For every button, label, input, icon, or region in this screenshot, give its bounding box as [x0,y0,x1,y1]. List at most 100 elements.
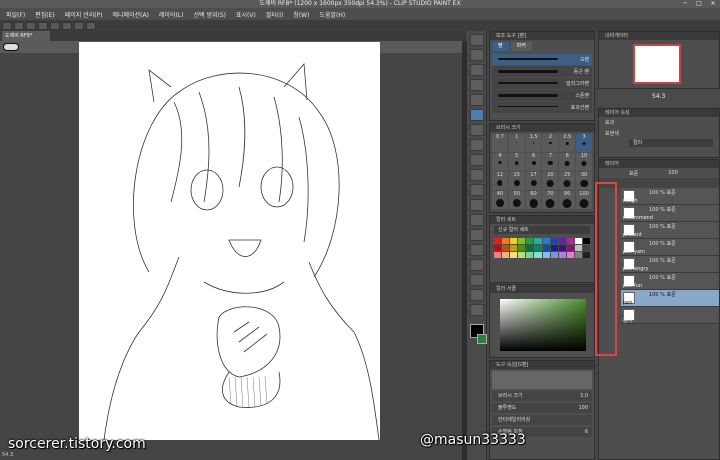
close-button[interactable]: ✕ [706,0,720,8]
brush-size-cell[interactable]: 1 [508,134,525,152]
brush-size-cell[interactable]: 80 [559,191,576,209]
save-icon[interactable] [26,21,36,30]
open-file-icon[interactable] [14,21,24,30]
ruler-tool-icon[interactable] [469,259,484,271]
color-swatch[interactable] [550,252,558,258]
brush-size-cell[interactable]: 100 [576,191,592,209]
brush-size-cell[interactable]: 1.5 [525,134,542,152]
color-swatch[interactable] [550,238,558,244]
color-swatch[interactable] [502,238,510,244]
menu-view[interactable]: 표시(V) [236,10,256,19]
color-set-selector[interactable]: 신규 컬러 세트 [494,226,590,234]
figure-tool-icon[interactable] [469,229,484,241]
menu-animation[interactable]: 애니메이션(A) [113,10,149,19]
pencil-tool-icon[interactable] [469,124,484,136]
color-swatch[interactable] [574,238,582,244]
tab-pen[interactable]: 펜 [492,42,509,51]
text-tool-icon[interactable] [469,274,484,286]
menu-file[interactable]: 파일(F) [6,10,25,19]
sub-color-swatch[interactable] [477,334,487,344]
pen-tool-icon[interactable] [469,109,484,121]
brush-size-cell[interactable]: 5 [508,153,525,171]
brush-tool-icon[interactable] [469,139,484,151]
layer-opacity-value[interactable]: 100 [668,170,678,176]
color-swatch[interactable] [558,252,566,258]
redo-icon[interactable] [50,21,60,30]
color-swatch[interactable] [526,238,534,244]
color-swatch[interactable] [566,245,574,251]
color-swatch[interactable] [518,238,526,244]
menu-edit[interactable]: 편집(E) [35,10,55,19]
brush-size-cell[interactable]: 60 [525,191,542,209]
layer-row[interactable]: 100 % 표준 rough [621,188,719,205]
brush-size-cell[interactable]: 15 [508,172,525,190]
color-swatch[interactable] [566,252,574,258]
color-swatch[interactable] [534,252,542,258]
document-tab[interactable]: 도깨비 RF8* [2,31,50,41]
brush-size-cell[interactable]: 17 [525,172,542,190]
brush-size-cell[interactable]: 50 [508,191,525,209]
eye-icon[interactable] [3,43,19,51]
layer-row[interactable]: 100 % 표준 pen [621,290,719,307]
color-swatch[interactable] [542,238,550,244]
color-swatch[interactable] [510,245,518,251]
brush-size-cell[interactable]: 12 [492,172,508,190]
menu-page[interactable]: 페이지 관리(P) [65,10,103,19]
eyedropper-tool-icon[interactable] [469,94,484,106]
color-swatch[interactable] [582,238,590,244]
minimize-button[interactable]: ─ [678,0,692,8]
subtool-item-spoon-pen[interactable]: 스푼펜 [492,90,592,101]
subtool-item-round-pen[interactable]: 둥근 펜 [492,66,592,77]
brush-size-cell[interactable]: 25 [559,172,576,190]
transform-icon[interactable] [86,21,96,30]
brush-size-cell[interactable]: 40 [492,191,508,209]
color-swatch[interactable] [566,238,574,244]
layer-row[interactable]: 100 % 표준 pen yam [621,239,719,256]
color-swatch[interactable] [574,252,582,258]
menu-window[interactable]: 창(W) [293,10,309,19]
color-swatch[interactable] [582,245,590,251]
color-swatch[interactable] [558,245,566,251]
color-swatch[interactable] [510,238,518,244]
menu-layer[interactable]: 레이어(L) [159,10,184,19]
color-gradient-area[interactable] [500,299,586,351]
layer-row[interactable]: 100 % 표준 pen angry [621,256,719,273]
color-swatch[interactable] [518,245,526,251]
color-swatch[interactable] [494,252,502,258]
zoom-tool-icon[interactable] [469,34,484,46]
gradient-tool-icon[interactable] [469,214,484,226]
prop-antialias[interactable]: 안티에일리어싱 [492,415,592,425]
prop-opacity[interactable]: 불투명도 100 [492,403,592,413]
navigator-thumbnail[interactable] [633,44,681,84]
correct-line-tool-icon[interactable] [469,304,484,316]
color-swatch[interactable] [582,252,590,258]
brush-size-cell[interactable]: 20 [542,172,559,190]
lasso-tool-icon[interactable] [469,79,484,91]
move-tool-icon[interactable] [469,49,484,61]
brush-size-cell[interactable]: 2.5 [559,134,576,152]
layer-row[interactable]: 100 % 표준 pen fun [621,273,719,290]
brush-size-cell[interactable]: 0.7 [492,134,508,152]
color-swatch[interactable] [518,252,526,258]
layer-row[interactable]: 100 % 표준 recommend [621,205,719,222]
color-swatch[interactable] [574,245,582,251]
tab-marker[interactable]: 마커 [510,42,532,51]
color-swatch[interactable] [502,245,510,251]
color-swatch[interactable] [526,245,534,251]
undo-icon[interactable] [38,21,48,30]
brush-size-cell[interactable]: 7 [542,153,559,171]
brush-size-cell[interactable]: 3 [576,134,592,152]
clear-icon[interactable] [74,21,84,30]
menu-filter[interactable]: 필터(I) [266,10,284,19]
brush-size-cell[interactable]: 2 [542,134,559,152]
drawing-canvas[interactable] [79,42,380,441]
subtool-item-gpen[interactable]: G펜 [492,54,592,65]
expression-color-select[interactable]: 컬러 [629,139,713,147]
color-swatch[interactable] [558,238,566,244]
color-swatch[interactable] [534,238,542,244]
color-swatch[interactable] [502,252,510,258]
balloon-tool-icon[interactable] [469,289,484,301]
layer-row[interactable]: 용지 [621,307,719,324]
color-swatch[interactable] [542,245,550,251]
layer-row[interactable]: 100 % 표준 present [621,222,719,239]
